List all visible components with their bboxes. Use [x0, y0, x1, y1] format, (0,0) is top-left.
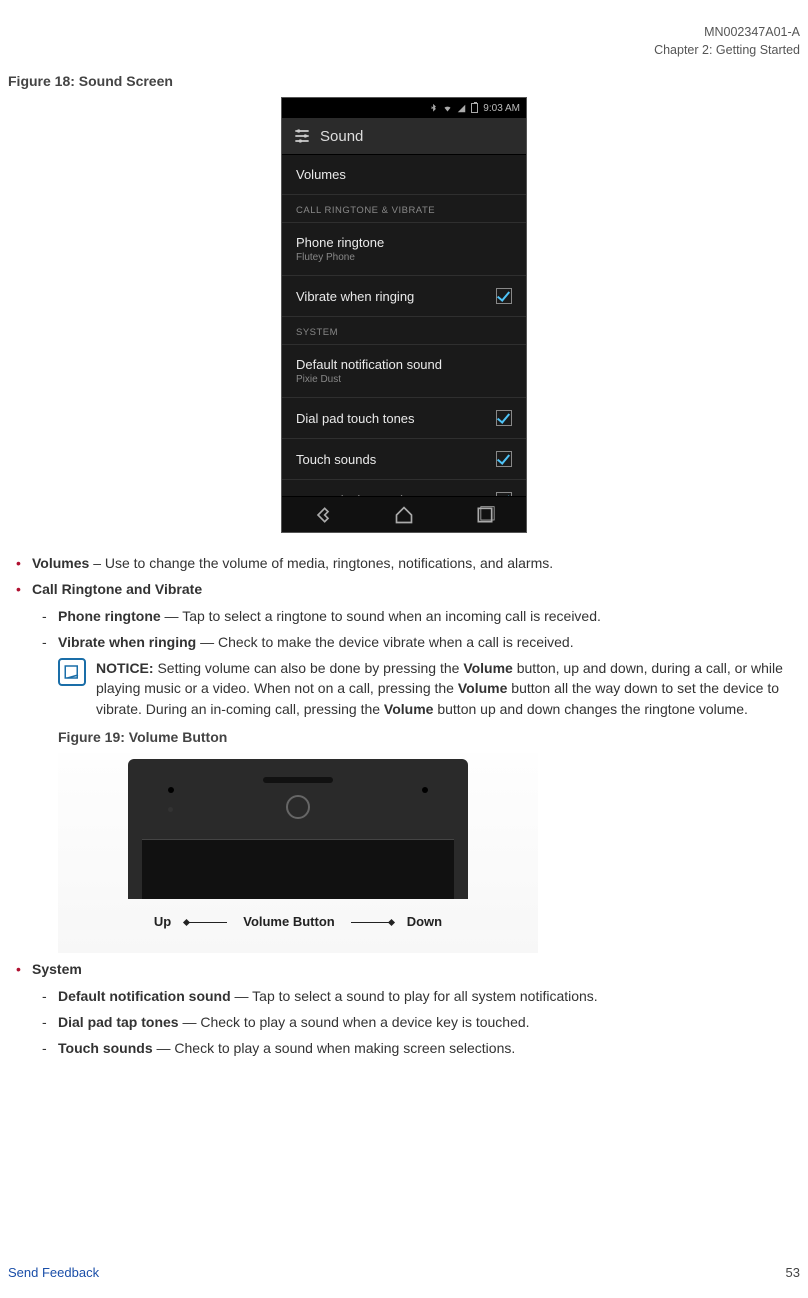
bluetooth-icon	[429, 104, 438, 113]
page-number: 53	[786, 1265, 800, 1280]
sound-settings-screen: 9:03 AM Sound Volumes CALL RINGTONE & VI…	[281, 97, 527, 533]
row-dial-pad-label: Dial pad touch tones	[296, 411, 415, 426]
recents-icon[interactable]	[475, 505, 495, 525]
page-footer: Send Feedback 53	[8, 1265, 800, 1280]
sub-touch-sounds: Touch sounds — Check to play a sound whe…	[40, 1038, 796, 1058]
notice-p1a: Setting volume can also be done by press…	[154, 660, 464, 676]
phone-top-view	[128, 759, 468, 899]
sub-phone-ringtone-label: Phone ringtone	[58, 608, 161, 624]
sub-touch-sounds-label: Touch sounds	[58, 1040, 153, 1056]
checkbox-vibrate[interactable]	[496, 288, 512, 304]
row-screen-lock-sound[interactable]: Screen lock sound	[282, 480, 526, 496]
bullet-system-label: System	[32, 961, 82, 977]
notice-p1d: button up and down changes the ringtone …	[433, 701, 747, 717]
home-icon[interactable]	[394, 505, 414, 525]
sub-default-notif-label: Default notification sound	[58, 988, 231, 1004]
row-volumes[interactable]: Volumes	[282, 155, 526, 195]
row-touch-sounds-label: Touch sounds	[296, 452, 376, 467]
notice-prefix: NOTICE:	[96, 660, 154, 676]
send-feedback-link[interactable]: Send Feedback	[8, 1265, 99, 1280]
status-bar: 9:03 AM	[282, 98, 526, 118]
screen-edge	[142, 839, 454, 899]
back-icon[interactable]	[313, 505, 333, 525]
bullet-call-ringtone: Call Ringtone and Vibrate Phone ringtone…	[12, 579, 796, 953]
motorola-logo	[286, 795, 310, 819]
sub-default-notif-text: — Tap to select a sound to play for all …	[231, 988, 598, 1004]
figure-19: Up Volume Button Down	[58, 753, 538, 953]
led	[168, 807, 173, 812]
row-vibrate-ringing[interactable]: Vibrate when ringing	[282, 276, 526, 317]
sub-touch-sounds-text: — Check to play a sound when making scre…	[153, 1040, 516, 1056]
notice-vol-2: Volume	[458, 680, 508, 696]
checkbox-dial-pad[interactable]	[496, 410, 512, 426]
notice-icon	[58, 658, 86, 686]
sensor-right	[422, 787, 428, 793]
row-volumes-label: Volumes	[296, 167, 346, 182]
signal-icon	[457, 104, 466, 113]
bullet-volumes-text: – Use to change the volume of media, rin…	[89, 555, 553, 571]
bullet-volumes: Volumes – Use to change the volume of me…	[12, 553, 796, 573]
sub-dial-pad-label: Dial pad tap tones	[58, 1014, 179, 1030]
row-vibrate-label: Vibrate when ringing	[296, 289, 414, 304]
figure-18-caption: Figure 18: Sound Screen	[8, 73, 800, 89]
checkbox-touch-sounds[interactable]	[496, 451, 512, 467]
row-phone-ringtone-title: Phone ringtone	[296, 235, 384, 250]
row-phone-ringtone-sub: Flutey Phone	[296, 252, 384, 263]
sound-icon	[292, 126, 312, 146]
page-header: MN002347A01-A Chapter 2: Getting Started	[8, 24, 800, 59]
wifi-icon	[443, 104, 452, 113]
bullet-volumes-label: Volumes	[32, 555, 89, 571]
doc-id: MN002347A01-A	[8, 24, 800, 42]
leader-down	[351, 922, 391, 923]
sub-phone-ringtone-text: — Tap to select a ringtone to sound when…	[161, 608, 601, 624]
section-call-ringtone: CALL RINGTONE & VIBRATE	[282, 195, 526, 223]
sub-dial-pad-text: — Check to play a sound when a device ke…	[179, 1014, 530, 1030]
row-phone-ringtone[interactable]: Phone ringtone Flutey Phone	[282, 223, 526, 276]
row-dial-pad-tones[interactable]: Dial pad touch tones	[282, 398, 526, 439]
doc-content: Volumes – Use to change the volume of me…	[8, 553, 800, 1059]
status-time: 9:03 AM	[483, 103, 520, 114]
section-system: SYSTEM	[282, 317, 526, 345]
row-default-notif-sub: Pixie Dust	[296, 374, 442, 385]
notice-block: NOTICE: Setting volume can also be done …	[58, 658, 796, 719]
volume-labels: Up Volume Button Down	[154, 913, 442, 932]
sub-dial-pad: Dial pad tap tones — Check to play a sou…	[40, 1012, 796, 1032]
sub-vibrate-ringing: Vibrate when ringing — Check to make the…	[40, 632, 796, 953]
label-volume-button: Volume Button	[243, 913, 334, 932]
row-touch-sounds[interactable]: Touch sounds	[282, 439, 526, 480]
row-default-notif-title: Default notification sound	[296, 357, 442, 372]
checkbox-screen-lock[interactable]	[496, 492, 512, 496]
row-default-notification[interactable]: Default notification sound Pixie Dust	[282, 345, 526, 398]
nav-bar	[282, 496, 526, 532]
settings-list: Volumes CALL RINGTONE & VIBRATE Phone ri…	[282, 155, 526, 496]
app-bar-title: Sound	[320, 128, 363, 145]
sub-vibrate-label: Vibrate when ringing	[58, 634, 196, 650]
notice-vol-3: Volume	[384, 701, 434, 717]
sub-default-notif: Default notification sound — Tap to sele…	[40, 986, 796, 1006]
chapter-label: Chapter 2: Getting Started	[8, 42, 800, 60]
label-down: Down	[407, 913, 442, 932]
notice-text: NOTICE: Setting volume can also be done …	[96, 658, 796, 719]
sub-phone-ringtone: Phone ringtone — Tap to select a rington…	[40, 606, 796, 626]
label-up: Up	[154, 913, 171, 932]
figure-19-caption: Figure 19: Volume Button	[58, 727, 796, 747]
bullet-system: System Default notification sound — Tap …	[12, 959, 796, 1058]
battery-icon	[471, 103, 478, 113]
sensor-left	[168, 787, 174, 793]
leader-up	[187, 922, 227, 923]
figure-18-screenshot: 9:03 AM Sound Volumes CALL RINGTONE & VI…	[8, 97, 800, 533]
bullet-call-label: Call Ringtone and Vibrate	[32, 581, 202, 597]
app-bar[interactable]: Sound	[282, 118, 526, 155]
sub-vibrate-text: — Check to make the device vibrate when …	[196, 634, 573, 650]
earpiece	[263, 777, 333, 783]
notice-vol-1: Volume	[463, 660, 513, 676]
